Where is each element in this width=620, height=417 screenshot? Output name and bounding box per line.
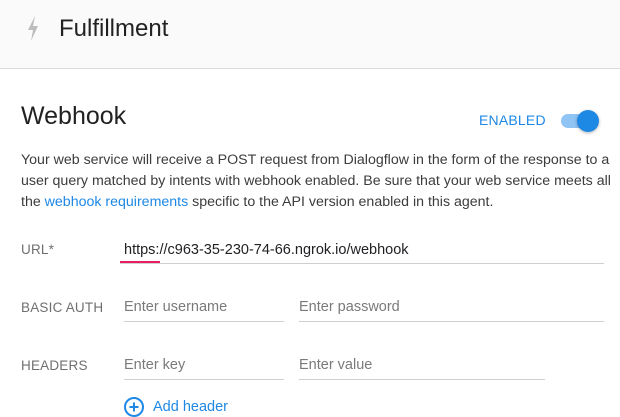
webhook-title: Webhook	[21, 102, 127, 130]
page-header: Fulfillment	[0, 0, 620, 69]
url-field-error-underline	[120, 261, 160, 263]
fulfillment-page: Fulfillment Webhook ENABLED Your web ser…	[0, 0, 620, 417]
add-circle-icon	[124, 397, 144, 417]
webhook-description: Your web service will receive a POST req…	[21, 150, 611, 213]
add-header-button[interactable]: Add header	[124, 396, 228, 417]
description-text-end: specific to the API version enabled in t…	[188, 194, 494, 210]
bolt-icon	[28, 16, 38, 41]
username-field-wrapper	[124, 294, 284, 322]
webhook-enable-toggle[interactable]	[561, 110, 599, 132]
webhook-status-label: ENABLED	[479, 112, 546, 128]
username-input[interactable]	[124, 295, 284, 319]
webhook-requirements-link[interactable]: webhook requirements	[45, 194, 189, 210]
basic-auth-label: BASIC AUTH	[21, 300, 104, 315]
header-key-input[interactable]	[124, 353, 284, 377]
password-input[interactable]	[299, 295, 604, 319]
password-field-wrapper	[299, 294, 604, 322]
header-value-input[interactable]	[299, 353, 545, 377]
headers-label: HEADERS	[21, 358, 88, 373]
add-header-label: Add header	[153, 399, 228, 415]
url-label: URL*	[21, 242, 55, 257]
url-field-wrapper	[120, 236, 604, 264]
header-value-field-wrapper	[299, 352, 545, 380]
toggle-thumb	[577, 110, 599, 132]
url-input[interactable]	[120, 238, 604, 262]
page-title: Fulfillment	[59, 15, 169, 42]
header-key-field-wrapper	[124, 352, 284, 380]
